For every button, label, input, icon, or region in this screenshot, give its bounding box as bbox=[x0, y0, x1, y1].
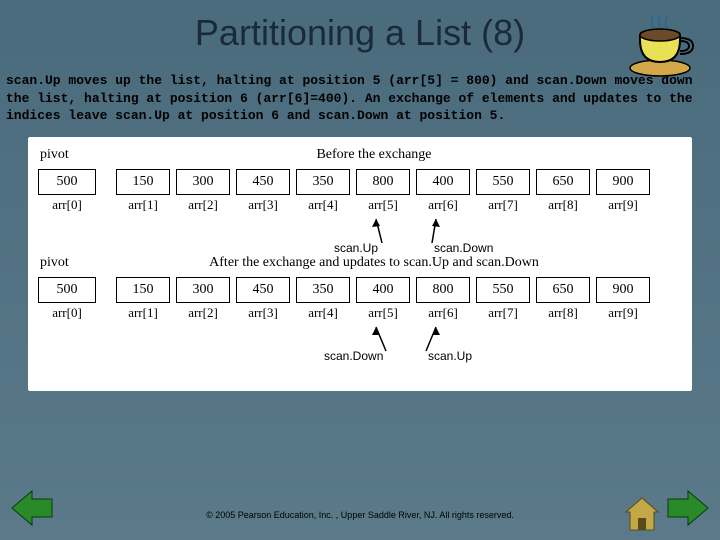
arr-cell: 650 bbox=[536, 169, 590, 195]
partition-diagram: pivot Before the exchange 500 150 300 45… bbox=[28, 137, 692, 391]
arr-cell: 400 bbox=[416, 169, 470, 195]
idx-cell: arr[7] bbox=[476, 197, 530, 213]
home-button[interactable] bbox=[622, 496, 662, 532]
arr-cell: 900 bbox=[596, 169, 650, 195]
idx-cell: arr[1] bbox=[116, 197, 170, 213]
before-arrows: scan.Up scan.Down bbox=[34, 215, 686, 255]
idx-cell: arr[4] bbox=[296, 305, 350, 321]
idx-cell: arr[3] bbox=[236, 197, 290, 213]
pivot-cell: 500 bbox=[38, 277, 96, 303]
after-arrows: scan.Down scan.Up bbox=[34, 323, 686, 363]
scandown-label: scan.Down bbox=[324, 349, 383, 363]
before-index-row: arr[0] arr[1] arr[2] arr[3] arr[4] arr[5… bbox=[34, 197, 686, 213]
idx-cell: arr[2] bbox=[176, 305, 230, 321]
idx-cell: arr[9] bbox=[596, 197, 650, 213]
arr-cell: 800 bbox=[416, 277, 470, 303]
idx-cell: arr[1] bbox=[116, 305, 170, 321]
idx-cell: arr[5] bbox=[356, 197, 410, 213]
idx-cell: arr[0] bbox=[38, 197, 96, 213]
idx-cell: arr[7] bbox=[476, 305, 530, 321]
idx-cell: arr[6] bbox=[416, 197, 470, 213]
pivot-heading: pivot bbox=[34, 147, 102, 163]
prev-button[interactable] bbox=[10, 489, 54, 532]
arr-cell: 800 bbox=[356, 169, 410, 195]
idx-cell: arr[6] bbox=[416, 305, 470, 321]
arr-cell: 150 bbox=[116, 277, 170, 303]
scanup-label: scan.Up bbox=[334, 241, 378, 255]
pivot-cell: 500 bbox=[38, 169, 96, 195]
idx-cell: arr[0] bbox=[38, 305, 96, 321]
description-text: scan.Up moves up the list, halting at po… bbox=[0, 54, 720, 125]
after-row: 500 150 300 450 350 400 800 550 650 900 bbox=[34, 277, 686, 303]
idx-cell: arr[9] bbox=[596, 305, 650, 321]
after-caption: After the exchange and updates to scan.U… bbox=[102, 255, 686, 271]
before-caption: Before the exchange bbox=[102, 147, 686, 163]
idx-cell: arr[5] bbox=[356, 305, 410, 321]
after-index-row: arr[0] arr[1] arr[2] arr[3] arr[4] arr[5… bbox=[34, 305, 686, 321]
arr-cell: 450 bbox=[236, 169, 290, 195]
idx-cell: arr[4] bbox=[296, 197, 350, 213]
scanup-label: scan.Up bbox=[428, 349, 472, 363]
arr-cell: 350 bbox=[296, 169, 350, 195]
scandown-label: scan.Down bbox=[434, 241, 493, 255]
arr-cell: 150 bbox=[116, 169, 170, 195]
arr-cell: 300 bbox=[176, 169, 230, 195]
arr-cell: 450 bbox=[236, 277, 290, 303]
idx-cell: arr[3] bbox=[236, 305, 290, 321]
arr-cell: 550 bbox=[476, 169, 530, 195]
arr-cell: 550 bbox=[476, 277, 530, 303]
arr-cell: 350 bbox=[296, 277, 350, 303]
pivot-heading: pivot bbox=[34, 255, 102, 271]
coffee-cup-icon bbox=[625, 10, 705, 80]
arr-cell: 900 bbox=[596, 277, 650, 303]
next-button[interactable] bbox=[666, 489, 710, 527]
idx-cell: arr[8] bbox=[536, 197, 590, 213]
idx-cell: arr[8] bbox=[536, 305, 590, 321]
arr-cell: 650 bbox=[536, 277, 590, 303]
page-title: Partitioning a List (8) bbox=[0, 0, 720, 54]
copyright-footer: © 2005 Pearson Education, Inc. , Upper S… bbox=[0, 510, 720, 520]
before-row: 500 150 300 450 350 800 400 550 650 900 bbox=[34, 169, 686, 195]
arr-cell: 300 bbox=[176, 277, 230, 303]
arr-cell: 400 bbox=[356, 277, 410, 303]
idx-cell: arr[2] bbox=[176, 197, 230, 213]
nav-right-group bbox=[666, 489, 710, 532]
arrow-left-icon bbox=[10, 489, 54, 527]
